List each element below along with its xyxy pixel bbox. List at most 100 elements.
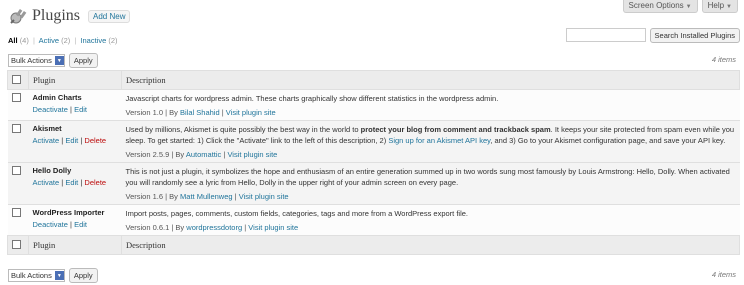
visit-plugin-site-link[interactable]: Visit plugin site xyxy=(227,150,277,159)
screen-options-tab[interactable]: Screen Options ▼ xyxy=(622,0,698,13)
add-new-button[interactable]: Add New xyxy=(88,9,131,23)
checkbox-cell xyxy=(7,89,29,121)
plugin-title-cell: Hello Dolly Activate | Edit | Delete xyxy=(28,162,122,205)
items-count: 4 items xyxy=(711,55,736,64)
row-checkbox[interactable] xyxy=(11,93,21,102)
table-row: Akismet Activate | Edit | Delete Used by… xyxy=(7,120,740,163)
plugin-description: Import posts, pages, comments, custom fi… xyxy=(125,209,469,218)
search-plugins-button[interactable]: Search Installed Plugins xyxy=(649,28,740,43)
separator: | xyxy=(171,223,174,232)
select-all-cell xyxy=(7,70,29,90)
help-label: Help xyxy=(707,1,725,10)
plugin-version: Version 2.5.9 xyxy=(125,150,170,159)
caret-down-icon: ▼ xyxy=(726,4,732,10)
plugin-meta: Version 0.6.1 | By wordpressdotorg | Vis… xyxy=(126,223,736,232)
row-checkbox[interactable] xyxy=(11,166,21,175)
select-all-checkbox[interactable] xyxy=(12,74,21,84)
description-text: , and 3) Go to your Akismet configuratio… xyxy=(490,136,726,145)
visit-plugin-site-link[interactable]: Visit plugin site xyxy=(226,108,276,117)
bulk-actions-select[interactable]: Bulk Actions ▼ xyxy=(8,269,65,282)
description-text: Used by millions, Akismet is quite possi… xyxy=(125,125,361,134)
caret-down-icon: ▼ xyxy=(685,4,692,10)
filter-all-count: (4) xyxy=(19,36,29,45)
edit-link[interactable]: Edit xyxy=(65,178,78,187)
separator: | xyxy=(70,220,72,229)
plugin-search-box: Search Installed Plugins xyxy=(565,28,740,43)
screen-options-label: Screen Options xyxy=(628,1,684,10)
akismet-signup-link[interactable]: Sign up for an Akismet API key xyxy=(388,136,490,145)
row-checkbox[interactable] xyxy=(11,208,21,217)
activate-link[interactable]: Activate xyxy=(33,136,60,145)
plugin-description-cell: Used by millions, Akismet is quite possi… xyxy=(121,120,740,163)
activate-link[interactable]: Activate xyxy=(33,178,60,187)
edit-link[interactable]: Edit xyxy=(74,220,87,229)
apply-button[interactable]: Apply xyxy=(68,53,98,68)
filter-active-label: Active xyxy=(38,36,60,45)
search-input[interactable] xyxy=(565,28,646,42)
bulk-actions-label: Bulk Actions xyxy=(11,271,52,280)
table-row: Hello Dolly Activate | Edit | Delete Thi… xyxy=(7,162,740,205)
by-label: By xyxy=(175,150,185,159)
edit-link[interactable]: Edit xyxy=(74,105,87,114)
filter-all[interactable]: All (4) xyxy=(8,36,29,45)
column-header-plugin[interactable]: Plugin xyxy=(28,70,122,90)
plugin-meta: Version 1.0 | By Bilal Shahid | Visit pl… xyxy=(126,108,736,117)
description-emphasis: protect your blog from comment and track… xyxy=(360,125,551,134)
deactivate-link[interactable]: Deactivate xyxy=(33,105,68,114)
filter-inactive[interactable]: Inactive (2) xyxy=(80,36,117,45)
plugin-status-filters: All (4) | Active (2) | Inactive (2) xyxy=(8,36,118,45)
page-header: Plugins Add New xyxy=(8,6,131,26)
table-header-row: Plugin Description xyxy=(7,70,740,90)
filter-inactive-count: (2) xyxy=(108,36,118,45)
separator: | xyxy=(80,178,83,187)
separator: | xyxy=(234,192,237,201)
filter-active[interactable]: Active (2) xyxy=(39,36,71,45)
row-checkbox[interactable] xyxy=(11,124,21,133)
help-tab[interactable]: Help ▼ xyxy=(701,0,738,13)
table-footer-row: Plugin Description xyxy=(7,235,740,255)
separator: | xyxy=(171,150,174,159)
select-all-checkbox[interactable] xyxy=(12,239,21,249)
separator: | xyxy=(165,192,168,201)
separator: | xyxy=(80,136,83,145)
bulk-actions-label: Bulk Actions xyxy=(11,56,52,65)
author-link[interactable]: Bilal Shahid xyxy=(180,108,220,117)
plugin-description-cell: Import posts, pages, comments, custom fi… xyxy=(121,204,740,236)
chevron-down-icon: ▼ xyxy=(54,271,64,280)
visit-plugin-site-link[interactable]: Visit plugin site xyxy=(248,223,298,232)
delete-link[interactable]: Delete xyxy=(84,136,106,145)
delete-link[interactable]: Delete xyxy=(84,178,106,187)
deactivate-link[interactable]: Deactivate xyxy=(33,220,68,229)
tablenav-top: Bulk Actions ▼ Apply xyxy=(8,53,98,68)
page-title: Plugins xyxy=(32,7,81,24)
screen-meta-links: Screen Options ▼ Help ▼ xyxy=(622,0,738,13)
plugin-name: Admin Charts xyxy=(32,93,82,102)
apply-button[interactable]: Apply xyxy=(68,268,98,283)
plugin-description: This is not just a plugin, it symbolizes… xyxy=(125,167,730,187)
author-link[interactable]: wordpressdotorg xyxy=(186,223,242,232)
tablenav-bottom: Bulk Actions ▼ Apply xyxy=(8,268,98,283)
plugin-title-cell: Akismet Activate | Edit | Delete xyxy=(28,120,122,163)
separator: | xyxy=(70,105,72,114)
checkbox-cell xyxy=(7,204,29,236)
row-actions: Activate | Edit | Delete xyxy=(33,178,118,187)
author-link[interactable]: Automattic xyxy=(186,150,221,159)
separator: | xyxy=(61,178,64,187)
by-label: By xyxy=(169,108,178,117)
visit-plugin-site-link[interactable]: Visit plugin site xyxy=(239,192,289,201)
column-footer-description[interactable]: Description xyxy=(121,235,740,255)
edit-link[interactable]: Edit xyxy=(65,136,78,145)
row-actions: Deactivate | Edit xyxy=(33,105,118,114)
plugin-description: Used by millions, Akismet is quite possi… xyxy=(126,124,736,146)
column-footer-plugin[interactable]: Plugin xyxy=(28,235,122,255)
author-link[interactable]: Matt Mullenweg xyxy=(180,192,233,201)
checkbox-cell xyxy=(7,120,29,163)
plugin-description-cell: This is not just a plugin, it symbolizes… xyxy=(121,162,740,205)
plugin-version: Version 0.6.1 xyxy=(125,223,170,232)
column-header-description[interactable]: Description xyxy=(121,70,740,90)
bulk-actions-select[interactable]: Bulk Actions ▼ xyxy=(8,54,65,67)
row-actions: Deactivate | Edit xyxy=(33,220,118,229)
table-row: WordPress Importer Deactivate | Edit Imp… xyxy=(7,204,740,236)
plugin-name: Hello Dolly xyxy=(32,166,72,175)
filter-active-count: (2) xyxy=(61,36,71,45)
